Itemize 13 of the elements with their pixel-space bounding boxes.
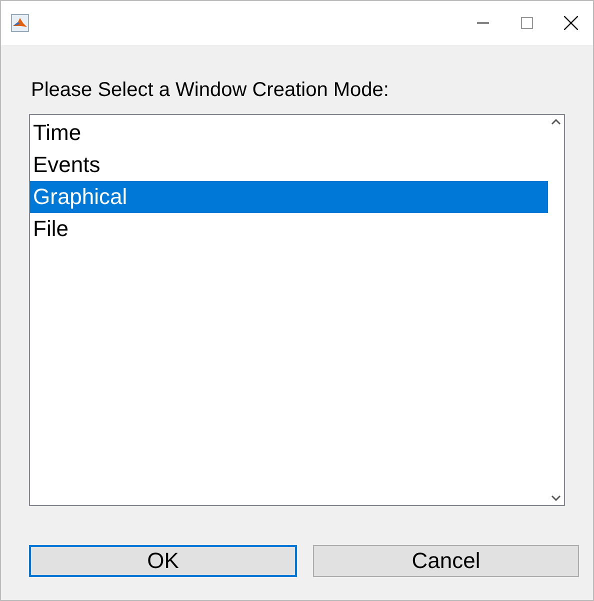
close-icon[interactable] bbox=[564, 16, 578, 30]
maximize-icon[interactable] bbox=[521, 17, 533, 29]
list-item[interactable]: Time bbox=[30, 117, 548, 149]
scroll-down-icon[interactable] bbox=[551, 495, 561, 501]
list-item[interactable]: File bbox=[30, 213, 548, 245]
list-item[interactable]: Events bbox=[30, 149, 548, 181]
cancel-button[interactable]: Cancel bbox=[313, 545, 579, 577]
ok-button[interactable]: OK bbox=[29, 545, 297, 577]
prompt-label: Please Select a Window Creation Mode: bbox=[31, 79, 390, 102]
mode-listbox[interactable]: Time Events Graphical File bbox=[29, 114, 565, 506]
list-item[interactable]: Graphical bbox=[30, 181, 548, 213]
app-icon bbox=[11, 14, 29, 32]
scroll-up-icon[interactable] bbox=[551, 119, 561, 125]
